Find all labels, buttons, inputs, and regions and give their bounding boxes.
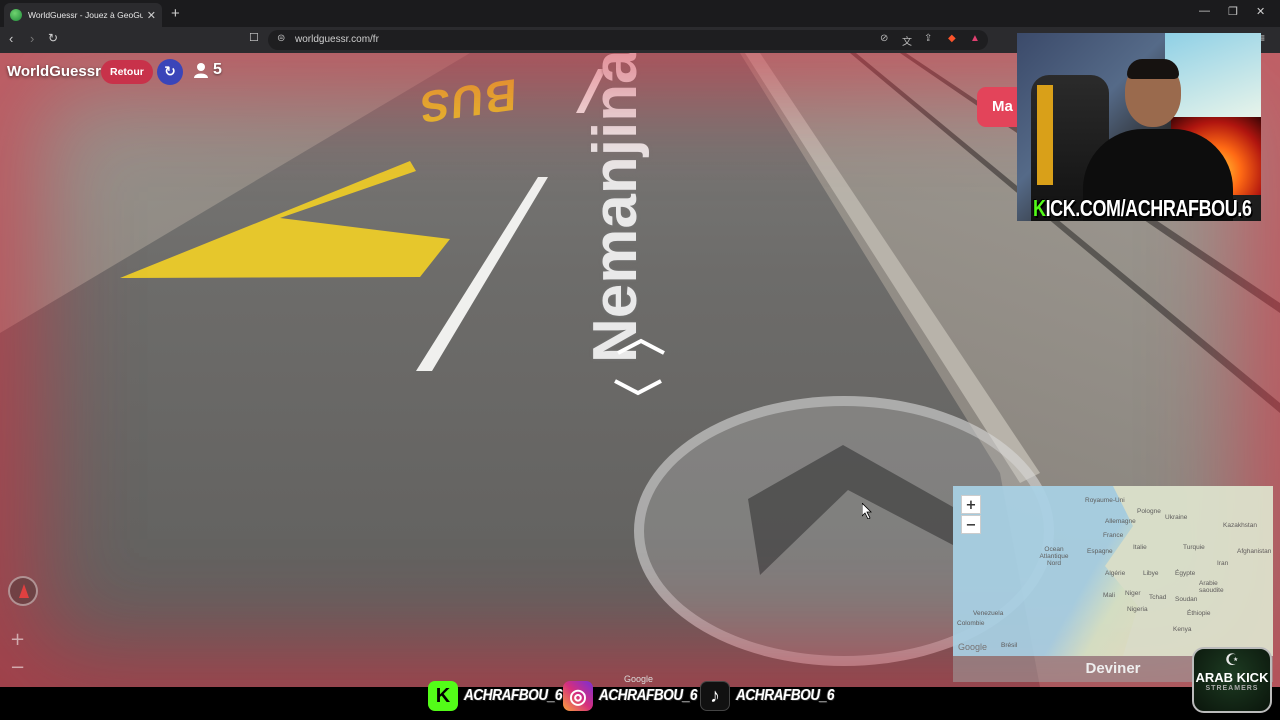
map-label: Pologne [1137, 508, 1161, 515]
pano-zoom-in-button[interactable]: + [10, 629, 25, 650]
social-kick-label: ACHRAFBOU_6 [464, 687, 563, 704]
map-label: Iran [1217, 560, 1229, 567]
kick-url-rest: ICK.COM/ACHRAFBOU.6 [1045, 195, 1252, 221]
social-kick: K ACHRAFBOU_6 [428, 681, 579, 711]
window-close-button[interactable]: ✕ [1256, 5, 1265, 18]
compass-icon[interactable] [8, 576, 38, 606]
translate-icon[interactable]: 文 [902, 33, 912, 48]
url-text: worldguessr.com/fr [295, 34, 379, 45]
globe-icon [10, 9, 22, 21]
instagram-icon: ◎ [563, 681, 593, 711]
map-label: Soudan [1175, 596, 1198, 603]
move-back-chevron-icon[interactable] [611, 377, 665, 397]
players-indicator: 5 [193, 61, 222, 79]
new-tab-button[interactable]: + [171, 5, 180, 22]
map-label: Allemagne [1105, 518, 1136, 525]
map-zoom-out-button[interactable]: − [961, 515, 981, 534]
map-zoom-in-button[interactable]: + [961, 495, 981, 514]
back-arrow-icon[interactable]: ‹ [9, 31, 13, 46]
map-label: Nigeria [1127, 606, 1148, 613]
map-label: Arabie saoudite [1199, 580, 1224, 594]
pano-zoom-out-button[interactable]: − [10, 657, 25, 678]
map-label: Afghanistan [1237, 548, 1272, 555]
move-forward-chevron-icon[interactable] [614, 337, 668, 357]
browser-tab-bar: WorldGuessr - Jouez à GeoGuessr ✕ + — ❐ … [0, 0, 1280, 27]
map-label: Libye [1143, 570, 1159, 577]
move-direction-arrow-icon[interactable] [748, 445, 958, 575]
map-label: Mali [1103, 592, 1115, 599]
bookmark-icon[interactable]: ☐ [249, 31, 259, 44]
badge-title: ARAB KICK [1195, 670, 1269, 685]
tiktok-icon: ♪ [700, 681, 730, 711]
back-button[interactable]: Retour [101, 60, 153, 84]
map-label: Ocean Atlantique Nord [1039, 546, 1069, 567]
gaming-chair-stripe [1037, 85, 1053, 185]
screen: WorldGuessr - Jouez à GeoGuessr ✕ + — ❐ … [0, 0, 1280, 720]
left-sidewalk [0, 53, 470, 333]
badge-subtitle: STREAMERS [1205, 685, 1259, 692]
site-info-icon[interactable]: ⊜ [277, 33, 285, 44]
address-bar[interactable]: ⊜ worldguessr.com/fr ⊘ 文 ⇪ ◆ ▲ [268, 30, 988, 50]
refresh-button[interactable]: ↻ [157, 59, 183, 85]
map-label: Brésil [1001, 642, 1018, 649]
road-bus-text: BUS [417, 68, 518, 133]
map-label: Égypte [1175, 570, 1196, 577]
map-label: Niger [1125, 590, 1141, 597]
minimize-button[interactable]: — [1199, 5, 1210, 17]
user-icon [194, 63, 208, 78]
map-label: Colombie [957, 620, 985, 627]
share-icon[interactable]: ⇪ [924, 33, 932, 44]
map-label: Éthiopie [1187, 610, 1211, 617]
tab-title: WorldGuessr - Jouez à GeoGuessr [28, 10, 143, 20]
streamer-hair [1127, 59, 1179, 79]
webcam-overlay [1017, 33, 1261, 221]
forward-arrow-icon[interactable]: › [30, 31, 34, 46]
map-label: Kenya [1173, 626, 1192, 633]
no-tracking-icon[interactable]: ⊘ [880, 33, 888, 44]
kick-url-k: K [1033, 195, 1046, 221]
map-label: Ukraine [1165, 514, 1188, 521]
tab-close-icon[interactable]: ✕ [147, 9, 156, 22]
map-google-logo: Google [958, 642, 988, 652]
map-label: France [1103, 532, 1124, 539]
map-label: Espagne [1087, 548, 1113, 555]
brave-shield-icon[interactable]: ◆ [948, 33, 956, 44]
map-label: Kazakhstan [1223, 522, 1257, 529]
map-label: Algérie [1105, 570, 1126, 577]
social-tiktok-label: ACHRAFBOU_6 [736, 687, 835, 704]
social-instagram: ◎ ACHRAFBOU_6 [563, 681, 714, 711]
mouse-cursor-icon [862, 503, 872, 519]
map-label: Turquie [1183, 544, 1205, 551]
map-label: Venezuela [973, 610, 1004, 617]
kick-icon: K [428, 681, 458, 711]
social-instagram-label: ACHRAFBOU_6 [599, 687, 698, 704]
map-label: Italie [1133, 544, 1147, 551]
map-label: Tchad [1149, 594, 1167, 601]
guess-minimap[interactable]: Royaume-Uni Pologne Allemagne Ukraine Ka… [953, 486, 1273, 656]
social-tiktok: ♪ ACHRAFBOU_6 [700, 681, 851, 711]
browser-tab[interactable]: WorldGuessr - Jouez à GeoGuessr ✕ [4, 3, 162, 27]
brand-logo[interactable]: WorldGuessr [7, 63, 101, 80]
kick-channel-url: KICK.COM/ACHRAFBOU.6 [1033, 195, 1252, 222]
players-count: 5 [213, 61, 222, 78]
crescent-icon: ☪ [1224, 652, 1240, 669]
map-label: Royaume-Uni [1085, 497, 1125, 504]
restore-button[interactable]: ❐ [1228, 5, 1238, 18]
arab-kick-streamers-badge: ☪ ARAB KICK STREAMERS [1192, 647, 1272, 713]
rewards-icon[interactable]: ▲ [970, 33, 980, 44]
reload-icon[interactable]: ↻ [48, 31, 58, 45]
street-name-label: Nemanjina [581, 53, 650, 363]
